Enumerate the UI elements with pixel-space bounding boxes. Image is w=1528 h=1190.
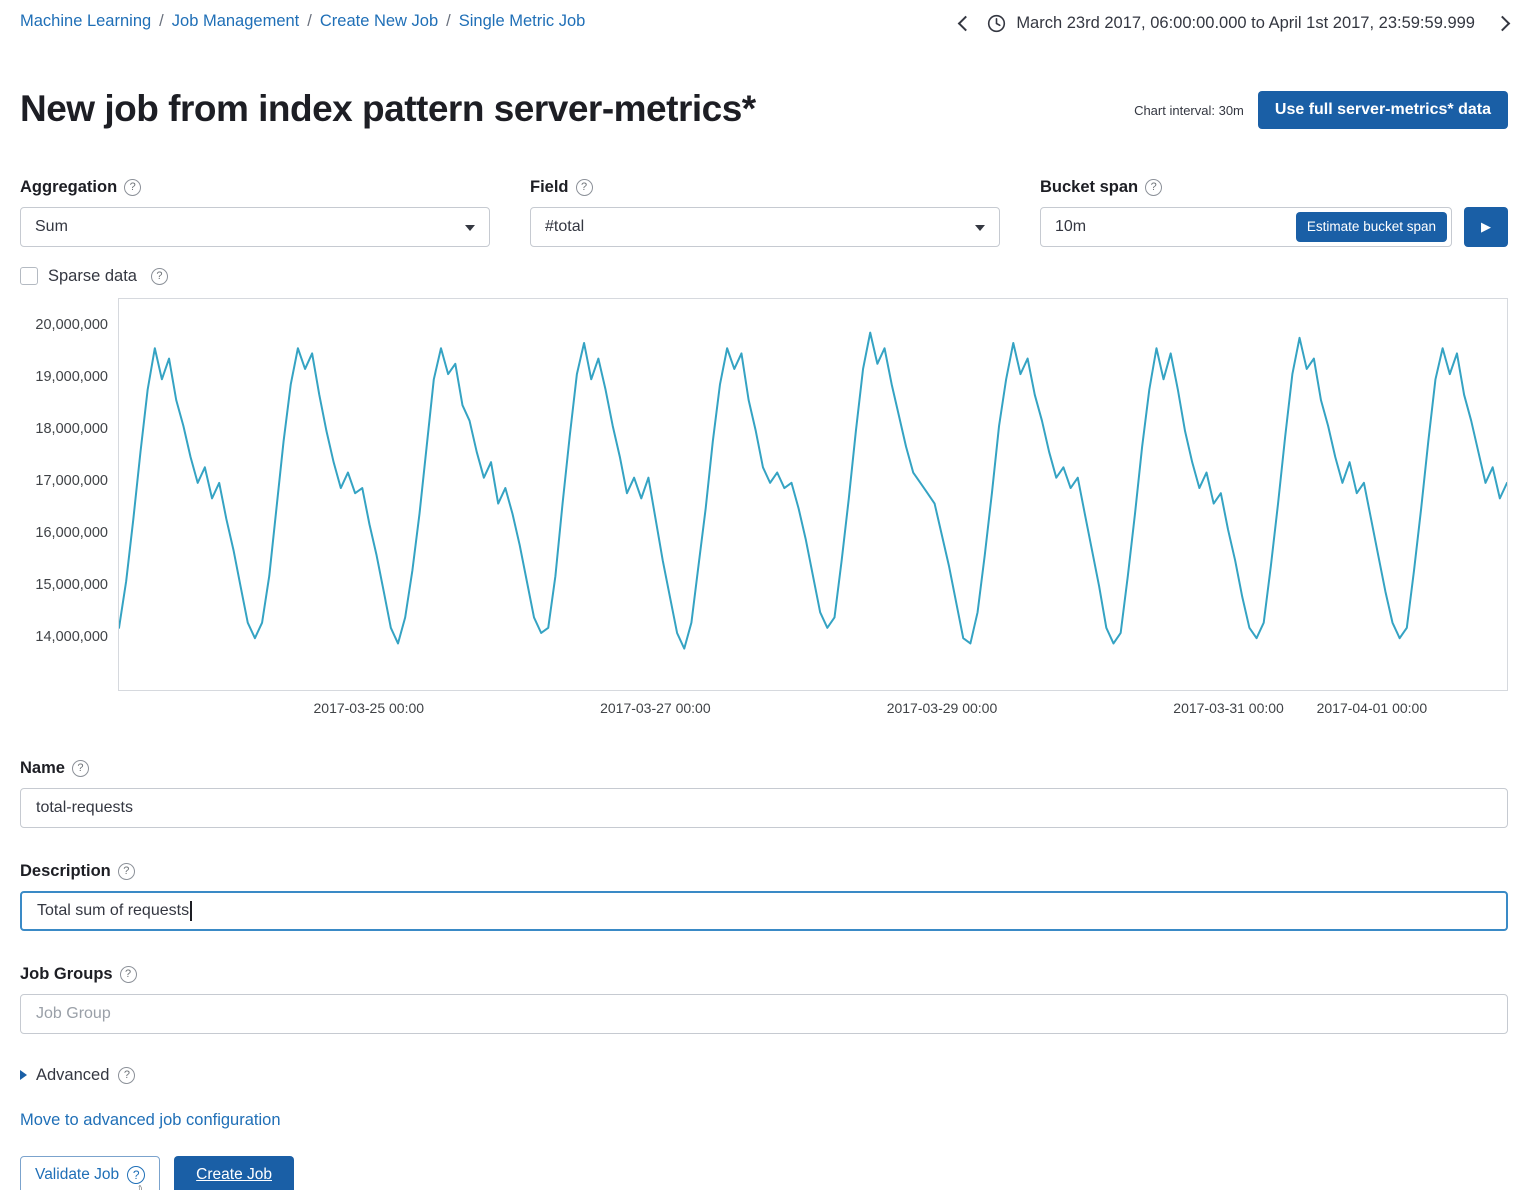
help-icon[interactable]: ? (72, 760, 89, 777)
y-axis-label: 14,000,000 (20, 629, 108, 645)
job-groups-label-text: Job Groups (20, 965, 113, 984)
y-axis-label: 19,000,000 (20, 369, 108, 385)
name-label: Name ? (20, 759, 1508, 778)
job-groups-label: Job Groups ? (20, 965, 1508, 984)
breadcrumb-item[interactable]: Job Management (172, 12, 300, 31)
bucket-span-input[interactable]: 10m Estimate bucket span (1040, 207, 1452, 247)
name-field-group: Name ? (20, 759, 1508, 828)
use-full-data-button[interactable]: Use full server-metrics* data (1258, 91, 1508, 129)
x-axis-label: 2017-03-29 00:00 (887, 700, 998, 716)
job-controls-row: Aggregation ? Sum Field ? #total Bucket … (20, 178, 1508, 247)
breadcrumb-item[interactable]: Machine Learning (20, 12, 151, 31)
play-button[interactable]: ▶ (1464, 207, 1508, 247)
advanced-label: Advanced (36, 1066, 109, 1085)
aggregation-select[interactable]: Sum (20, 207, 490, 247)
aggregation-group: Aggregation ? Sum (20, 178, 490, 247)
help-icon[interactable]: ? (118, 863, 135, 880)
job-groups-input[interactable] (20, 994, 1508, 1034)
x-axis-label: 2017-03-27 00:00 (600, 700, 711, 716)
help-icon[interactable]: ? (1145, 179, 1162, 196)
page-title: New job from index pattern server-metric… (20, 83, 756, 136)
job-header: New job from index pattern server-metric… (20, 83, 1508, 136)
chart-line-svg (119, 299, 1507, 690)
action-buttons: Validate Job ? Create Job ☝ (20, 1156, 1508, 1190)
y-axis-label: 20,000,000 (20, 317, 108, 333)
description-field-group: Description ? Total sum of requests (20, 862, 1508, 931)
move-to-advanced-link[interactable]: Move to advanced job configuration (20, 1111, 281, 1130)
ml-single-metric-job-page: Machine Learning / Job Management / Create N… (0, 0, 1528, 1190)
x-axis-label: 2017-04-01 00:00 (1317, 700, 1428, 716)
bucket-span-label-text: Bucket span (1040, 178, 1138, 197)
chart-interval-label: Chart interval: 30m (1134, 103, 1244, 118)
create-job-button[interactable]: Create Job (174, 1156, 294, 1190)
advanced-toggle[interactable]: Advanced ? (20, 1066, 1508, 1085)
field-value: #total (545, 218, 584, 236)
sparse-data-label: Sparse data (48, 267, 137, 286)
y-axis-label: 16,000,000 (20, 525, 108, 541)
help-icon[interactable]: ? (118, 1067, 135, 1084)
help-icon[interactable]: ? (576, 179, 593, 196)
metric-preview-chart: 20,000,000 19,000,000 18,000,000 17,000,000… (20, 298, 1508, 725)
description-label-text: Description (20, 862, 111, 881)
breadcrumb-separator: / (446, 12, 451, 31)
job-groups-field-group: Job Groups ? (20, 965, 1508, 1034)
y-axis-label: 18,000,000 (20, 421, 108, 437)
chevron-down-icon (465, 225, 475, 231)
aggregation-label: Aggregation ? (20, 178, 490, 197)
time-forward-icon[interactable] (1495, 16, 1511, 32)
help-icon[interactable]: ? (124, 179, 141, 196)
sparse-data-checkbox[interactable] (20, 267, 38, 285)
chevron-right-icon (20, 1070, 27, 1080)
aggregation-value: Sum (35, 218, 68, 236)
name-label-text: Name (20, 759, 65, 778)
description-label: Description ? (20, 862, 1508, 881)
field-group: Field ? #total (530, 178, 1000, 247)
time-back-icon[interactable] (958, 16, 974, 32)
help-icon[interactable]: ? (120, 966, 137, 983)
y-axis-label: 15,000,000 (20, 577, 108, 593)
breadcrumb-item[interactable]: Create New Job (320, 12, 438, 31)
x-axis-label: 2017-03-31 00:00 (1173, 700, 1284, 716)
time-range-text[interactable]: March 23rd 2017, 06:00:00.000 to April 1… (1016, 14, 1475, 33)
y-axis-label: 17,000,000 (20, 473, 108, 489)
help-icon[interactable]: ? (151, 268, 168, 285)
chart-plot-area[interactable] (118, 298, 1508, 691)
breadcrumb-separator: / (159, 12, 164, 31)
name-input[interactable] (20, 788, 1508, 828)
x-axis-label: 2017-03-25 00:00 (313, 700, 424, 716)
bucket-span-value: 10m (1055, 218, 1086, 236)
description-input[interactable]: Total sum of requests (20, 891, 1508, 931)
text-cursor (190, 901, 192, 921)
sparse-data-row: Sparse data ? (20, 267, 1508, 286)
aggregation-label-text: Aggregation (20, 178, 117, 197)
bucket-span-group: Bucket span ? 10m Estimate bucket span ▶ (1040, 178, 1508, 247)
help-icon: ? (127, 1166, 145, 1184)
top-bar: Machine Learning / Job Management / Create N… (20, 0, 1508, 33)
breadcrumb: Machine Learning / Job Management / Create N… (20, 12, 585, 31)
field-label: Field ? (530, 178, 1000, 197)
chart-y-axis: 20,000,000 19,000,000 18,000,000 17,000,000… (20, 298, 118, 691)
field-select[interactable]: #total (530, 207, 1000, 247)
breadcrumb-item[interactable]: Single Metric Job (459, 12, 586, 31)
time-picker[interactable]: March 23rd 2017, 06:00:00.000 to April 1… (960, 12, 1508, 33)
estimate-bucket-span-button[interactable]: Estimate bucket span (1296, 212, 1447, 242)
clock-icon (987, 14, 1006, 33)
validate-job-button[interactable]: Validate Job ? (20, 1156, 160, 1190)
validate-job-label: Validate Job (35, 1166, 119, 1184)
field-label-text: Field (530, 178, 569, 197)
description-value: Total sum of requests (37, 902, 189, 920)
breadcrumb-separator: / (307, 12, 312, 31)
chevron-down-icon (975, 225, 985, 231)
chart-x-axis: 2017-03-25 00:00 2017-03-27 00:00 2017-03-… (118, 691, 1508, 725)
bucket-span-label: Bucket span ? (1040, 178, 1508, 197)
header-actions: Chart interval: 30m Use full server-metr… (1134, 91, 1508, 129)
